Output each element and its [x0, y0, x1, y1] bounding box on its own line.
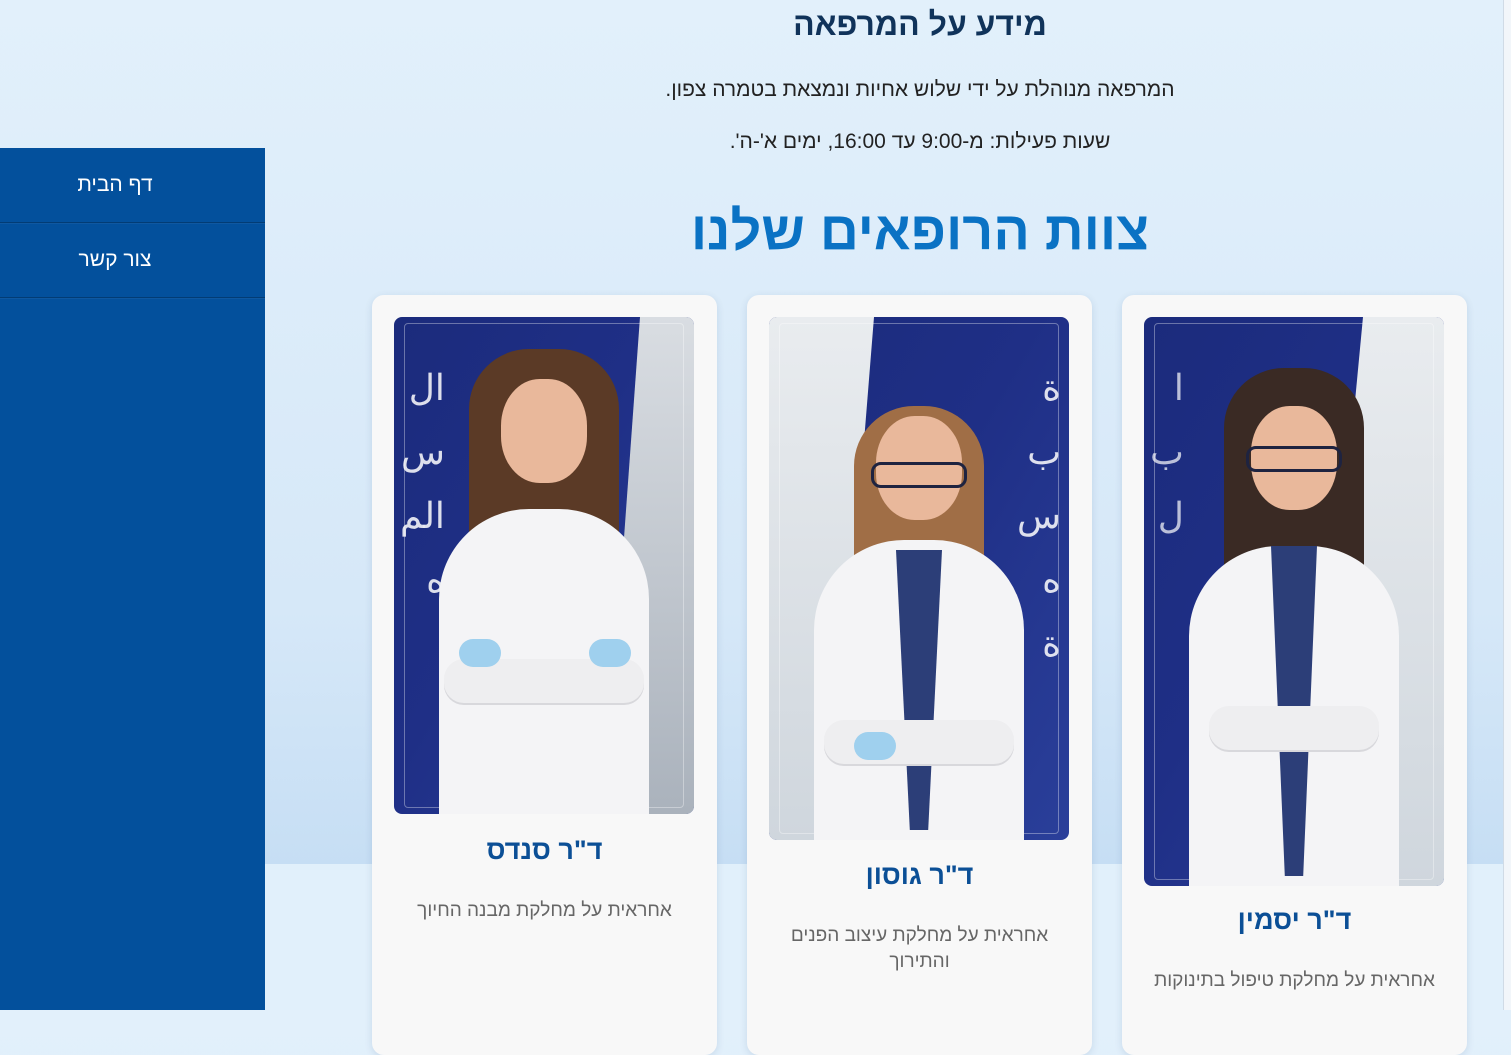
doctor-card: ال س الم ه ד"ר סנדס אחראית על מחלקת מבנה הח… — [372, 295, 717, 1055]
sidebar-item-label: צור קשר — [78, 248, 152, 271]
doctor-description: אחראית על מחלקת מבנה החיוך — [417, 900, 672, 921]
doctor-card: ابل ד"ר יסמין אחראית על מחלקת טיפול בתינ… — [1122, 295, 1467, 1055]
sidebar-item-label: דף הבית — [77, 173, 153, 196]
doctor-description: אחראית על מחלקת טיפול בתינוקות — [1154, 970, 1435, 991]
doctor-photo: ال س الم ه — [394, 317, 694, 814]
scrollbar[interactable] — [1503, 0, 1511, 1010]
clinic-description: המרפאה מנוהלת על ידי שלוש אחיות ונמצאת ב… — [665, 78, 1175, 101]
doctor-description: אחראית על מחלקת עיצוב הפנים והתירוך — [790, 925, 1049, 972]
doctor-card: ةبسهة ד"ר גוסון אחראית על מחלקת עיצוב הפ… — [747, 295, 1092, 1055]
sidebar-item-contact[interactable]: צור קשר — [0, 223, 265, 298]
doctor-name: ד"ר גוסון — [865, 860, 974, 890]
clinic-info-title: מידע על המרפאה — [793, 6, 1047, 42]
sidebar-item-home[interactable]: דף הבית — [0, 148, 265, 223]
doctor-name: ד"ר סנדס — [486, 835, 603, 865]
sidebar: דף הבית צור קשר — [0, 148, 265, 1010]
doctor-photo: ةبسهة — [769, 317, 1069, 840]
team-title: צוות הרופאים שלנו — [690, 201, 1150, 261]
clinic-hours: שעות פעילות: מ-9:00 עד 16:00, ימים א'-ה'… — [729, 130, 1111, 153]
doctor-name: ד"ר יסמין — [1237, 905, 1352, 935]
doctor-photo: ابل — [1144, 317, 1444, 886]
